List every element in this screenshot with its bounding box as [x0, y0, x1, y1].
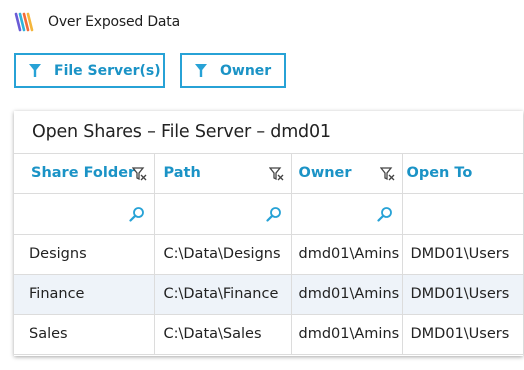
column-header-path[interactable]: Path [154, 154, 292, 194]
share-folder-cell: Sales [14, 314, 155, 355]
search-row [14, 193, 523, 235]
search-icon[interactable] [376, 206, 393, 222]
open-to-cell: DMD01\Users [402, 234, 523, 275]
funnel-icon [195, 64, 207, 77]
open-to-cell: DMD01\Users [402, 274, 523, 315]
search-icon[interactable] [265, 206, 282, 222]
table-row[interactable]: Designs C:\Data\Designs dmd01\Amins DMD0… [14, 234, 523, 275]
path-search-input[interactable] [154, 193, 292, 235]
owner-cell: dmd01\Amins [291, 234, 403, 275]
open-shares-panel: Open Shares – File Server – dmd01 Share … [14, 111, 523, 356]
share-folder-search-input[interactable] [14, 193, 155, 235]
panel-title: Open Shares – File Server – dmd01 [14, 111, 523, 154]
search-icon[interactable] [128, 206, 145, 222]
column-header-owner[interactable]: Owner [291, 154, 403, 194]
path-cell: C:\Data\Finance [154, 274, 292, 315]
path-cell: C:\Data\Designs [154, 234, 292, 275]
column-filter-icon[interactable] [131, 167, 148, 181]
file-servers-filter-label: File Server(s) [54, 62, 161, 79]
app-title: Over Exposed Data [48, 14, 180, 30]
column-label: Share Folder [31, 165, 136, 182]
owner-search-input[interactable] [291, 193, 403, 235]
open-to-cell: DMD01\Users [402, 314, 523, 355]
column-label: Owner [298, 165, 352, 182]
column-label: Open To [406, 165, 473, 182]
column-filter-icon[interactable] [268, 167, 285, 181]
file-servers-filter-button[interactable]: File Server(s) [14, 53, 165, 88]
open-shares-table: Share Folder Path Owner Open To Designs … [14, 154, 523, 355]
owner-cell: dmd01\Amins [291, 314, 403, 355]
column-label: Path [163, 165, 201, 182]
column-filter-icon[interactable] [379, 167, 396, 181]
funnel-icon [29, 64, 41, 77]
open-to-search-input[interactable] [402, 193, 523, 235]
path-cell: C:\Data\Sales [154, 314, 292, 355]
share-folder-cell: Finance [14, 274, 155, 315]
app-header: Over Exposed Data [14, 12, 180, 32]
owner-cell: dmd01\Amins [291, 274, 403, 315]
header-row: Share Folder Path Owner Open To [14, 154, 523, 194]
stripes-logo-icon [14, 12, 34, 32]
column-header-share-folder[interactable]: Share Folder [14, 154, 155, 194]
owner-filter-label: Owner [220, 62, 272, 79]
table-row[interactable]: Sales C:\Data\Sales dmd01\Amins DMD01\Us… [14, 314, 523, 355]
owner-filter-button[interactable]: Owner [180, 53, 286, 88]
column-header-open-to[interactable]: Open To [402, 154, 523, 194]
share-folder-cell: Designs [14, 234, 155, 275]
table-row[interactable]: Finance C:\Data\Finance dmd01\Amins DMD0… [14, 274, 523, 315]
